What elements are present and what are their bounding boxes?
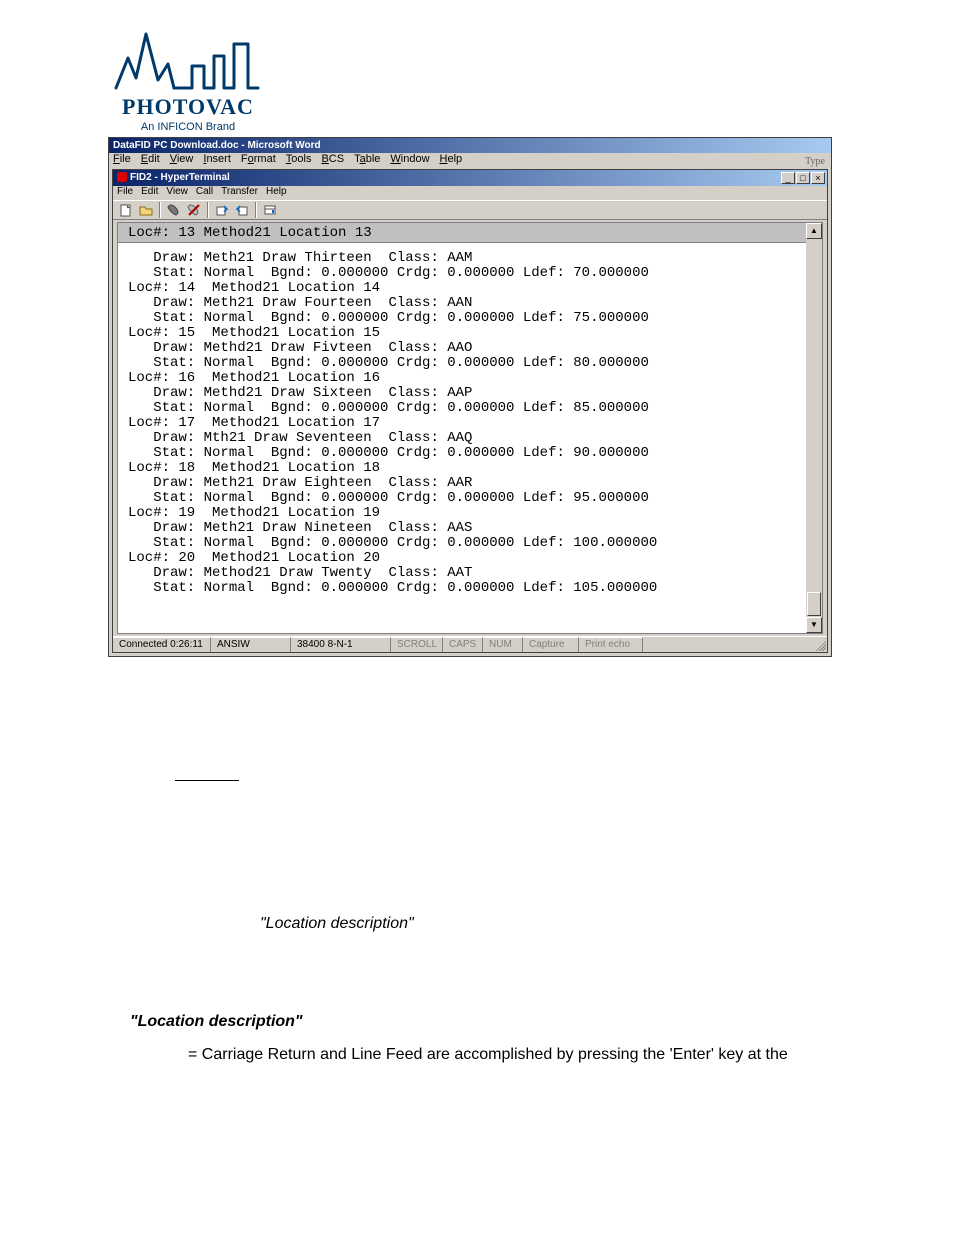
word-menu-edit[interactable]: Edit xyxy=(141,153,160,167)
word-menu-table[interactable]: Table xyxy=(354,153,380,167)
properties-button[interactable] xyxy=(261,202,279,218)
status-connected: Connected 0:26:11 xyxy=(113,637,211,652)
hyperterminal-app-icon xyxy=(117,172,127,182)
disconnect-button[interactable] xyxy=(185,202,203,218)
word-menu-bcs[interactable]: BCS xyxy=(321,153,344,167)
word-window: DataFID PC Download.doc - Microsoft Word… xyxy=(108,137,832,657)
document-body: "Location description" "Location descrip… xyxy=(120,680,874,1235)
logo-mark-icon xyxy=(108,28,268,96)
ht-menu-help[interactable]: Help xyxy=(266,186,287,200)
word-menu-view[interactable]: View xyxy=(170,153,194,167)
receive-file-button[interactable] xyxy=(233,202,251,218)
crlf-explanation: = Carriage Return and Line Feed are acco… xyxy=(188,1046,788,1064)
word-menu-format[interactable]: Format xyxy=(241,153,276,167)
ht-menu-transfer[interactable]: Transfer xyxy=(221,186,258,200)
call-button[interactable] xyxy=(165,202,183,218)
word-menubar: File Edit View Insert Format Tools BCS T… xyxy=(109,153,831,167)
location-description-quote-1: "Location description" xyxy=(260,915,414,933)
status-caps: CAPS xyxy=(443,637,483,652)
terminal-client-area: Loc#: 13 Method21 Location 13 Draw: Meth… xyxy=(117,222,823,634)
maximize-button[interactable]: □ xyxy=(796,172,810,184)
status-port: 38400 8-N-1 xyxy=(291,637,391,652)
word-menu-insert[interactable]: Insert xyxy=(203,153,231,167)
word-menu-tools[interactable]: Tools xyxy=(286,153,312,167)
word-menu-file[interactable]: File xyxy=(113,153,131,167)
send-file-button[interactable] xyxy=(213,202,231,218)
word-menu-window[interactable]: Window xyxy=(390,153,429,167)
word-menu-help[interactable]: Help xyxy=(440,153,463,167)
status-num: NUM xyxy=(483,637,523,652)
open-connection-button[interactable] xyxy=(137,202,155,218)
resize-grip-icon[interactable] xyxy=(813,638,826,651)
hyperterminal-title: FID2 - HyperTerminal xyxy=(130,172,230,183)
hyperterminal-menubar: File Edit View Call Transfer Help xyxy=(113,186,827,200)
ht-menu-view[interactable]: View xyxy=(166,186,188,200)
ht-menu-edit[interactable]: Edit xyxy=(141,186,158,200)
status-emulation: ANSIW xyxy=(211,637,291,652)
horizontal-rule xyxy=(175,780,239,781)
word-style-label: Type xyxy=(805,156,825,167)
status-capture: Capture xyxy=(523,637,579,652)
scroll-down-button[interactable]: ▼ xyxy=(806,617,822,633)
hyperterminal-window: FID2 - HyperTerminal _ □ × File Edit Vie… xyxy=(112,169,828,653)
status-print: Print echo xyxy=(579,637,643,652)
terminal-output[interactable]: Draw: Meth21 Draw Thirteen Class: AAM St… xyxy=(118,243,806,633)
minimize-button[interactable]: _ xyxy=(781,172,795,184)
terminal-current-line: Loc#: 13 Method21 Location 13 xyxy=(118,223,806,243)
hyperterminal-toolbar xyxy=(113,200,827,220)
brand-logo: PHOTOVAC An INFICON Brand xyxy=(108,28,268,133)
close-button[interactable]: × xyxy=(811,172,825,184)
logo-wordmark: PHOTOVAC xyxy=(108,94,268,120)
hyperterminal-titlebar: FID2 - HyperTerminal _ □ × xyxy=(113,170,827,186)
ht-menu-call[interactable]: Call xyxy=(196,186,213,200)
word-titlebar: DataFID PC Download.doc - Microsoft Word xyxy=(109,138,831,153)
new-connection-button[interactable] xyxy=(117,202,135,218)
logo-tagline: An INFICON Brand xyxy=(108,121,268,133)
scroll-thumb[interactable] xyxy=(807,592,821,616)
vertical-scrollbar[interactable]: ▲ ▼ xyxy=(806,223,822,633)
scroll-up-button[interactable]: ▲ xyxy=(806,223,822,239)
hyperterminal-statusbar: Connected 0:26:11 ANSIW 38400 8-N-1 SCRO… xyxy=(113,636,827,652)
status-scroll: SCROLL xyxy=(391,637,443,652)
location-description-quote-2: "Location description" xyxy=(130,1013,303,1031)
ht-menu-file[interactable]: File xyxy=(117,186,133,200)
